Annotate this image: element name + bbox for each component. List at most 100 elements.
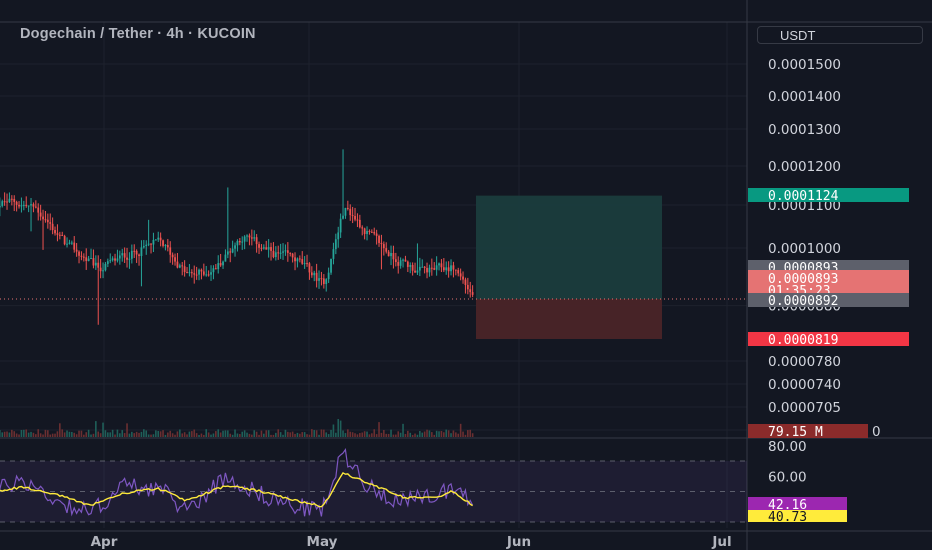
candle-body [447, 267, 450, 272]
volume-bar [445, 429, 448, 437]
chart-svg[interactable]: 0.0001500 0.0001400 0.0001300 0.0001200 0.00… [0, 0, 932, 550]
candle-body [54, 230, 56, 234]
volume-bar [299, 433, 301, 437]
volume-bar [107, 432, 109, 437]
volume-bar [191, 431, 193, 437]
volume-bar [392, 434, 395, 437]
candle-body [298, 258, 301, 260]
volume-bar [313, 430, 316, 437]
volume-bar [59, 423, 61, 437]
volume-bar [330, 429, 332, 437]
rsi-tick-label: 60.00 [768, 469, 807, 485]
volume-bar [399, 432, 402, 437]
volume-bar [419, 431, 421, 437]
volume-bar [198, 434, 200, 437]
volume-bar [102, 422, 104, 437]
candle-body [126, 257, 128, 260]
volume-bar [95, 421, 97, 437]
candle-body [150, 243, 152, 245]
volume-bar [123, 433, 126, 437]
volume-bar [308, 434, 311, 437]
candle-body [133, 250, 136, 252]
candle-body [459, 273, 462, 277]
volume-bar [361, 432, 364, 437]
volume-bar [471, 433, 474, 437]
chart-area[interactable]: 0.0001500 0.0001400 0.0001300 0.0001200 0.00… [0, 0, 932, 550]
volume-bar [438, 431, 440, 437]
volume-bar [167, 432, 169, 437]
price-tick-label: 0.0001000 [768, 241, 841, 257]
candle-body [390, 252, 392, 257]
volume-bar [301, 432, 304, 437]
candle-body [279, 252, 282, 254]
candle-body [210, 272, 212, 275]
target-zone[interactable] [476, 195, 662, 299]
candle-body [380, 242, 383, 245]
candle-body [409, 265, 412, 267]
candle-body [375, 233, 378, 236]
candle-body [63, 235, 66, 245]
candle-body [291, 253, 294, 258]
volume-bar [200, 433, 203, 437]
volume-bar [272, 434, 275, 437]
volume-bar [354, 433, 356, 437]
volume-bar [248, 433, 251, 437]
volume-bar [404, 433, 407, 437]
volume-bar [145, 430, 148, 437]
volume-bar [363, 431, 366, 437]
candle-body [246, 235, 248, 237]
candle-body [147, 243, 150, 245]
candle-body [73, 242, 76, 250]
candle-body [282, 251, 284, 253]
volume-bar [71, 431, 73, 437]
volume-bar [289, 432, 292, 437]
candle-body [142, 246, 145, 248]
volume-bar [296, 432, 299, 437]
candle-body [61, 234, 64, 236]
candle-body [46, 219, 49, 223]
volume-bar [193, 429, 196, 437]
volume-bar [426, 429, 428, 437]
volume-bar [114, 434, 116, 437]
candle-body [190, 272, 193, 274]
candle-body [154, 239, 157, 241]
price-tick-label: 0.0001300 [768, 122, 841, 138]
candle-body [138, 254, 140, 257]
rsi-tick-label: 80.00 [768, 439, 807, 455]
volume-bar [320, 429, 323, 437]
candle-body [334, 239, 337, 250]
volume-bar [159, 431, 162, 437]
candle-body [349, 208, 352, 216]
candle-body [339, 218, 342, 233]
volume-bar [339, 420, 342, 437]
currency-selector[interactable]: USDT [757, 26, 923, 44]
time-tick-label: Apr [91, 534, 118, 550]
volume-bar [443, 432, 445, 437]
candle-body [351, 215, 354, 217]
volume-bar [128, 433, 131, 437]
volume-bar [318, 434, 320, 437]
candle-body [241, 241, 244, 243]
stop-zone[interactable] [476, 299, 662, 339]
candle-body [421, 266, 424, 268]
candle-body [202, 271, 205, 275]
price-tick-label: 0.0001500 [768, 57, 841, 73]
candle-body [315, 272, 318, 281]
candle-body [152, 239, 155, 245]
volume-bar [164, 434, 167, 437]
volume-bar [219, 432, 222, 437]
volume-bar [440, 431, 443, 437]
volume-bar [359, 433, 361, 437]
candle-body [414, 270, 416, 273]
volume-bar [47, 430, 49, 437]
candle-body [164, 245, 167, 247]
volume-bar [241, 431, 244, 437]
time-tick-label: Jul [711, 534, 731, 550]
candle-body [301, 259, 304, 264]
volume-bar [121, 430, 124, 437]
volume-bar [311, 429, 313, 437]
candle-body [3, 201, 6, 203]
volume-bar [66, 430, 68, 437]
volume-bar [147, 434, 150, 437]
candle-body [325, 279, 328, 285]
